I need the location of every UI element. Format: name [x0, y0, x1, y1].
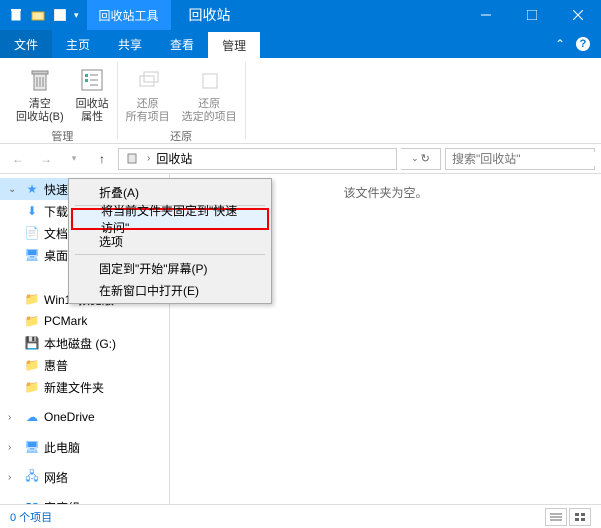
recycle-bin-icon [8, 7, 24, 23]
expand-icon[interactable]: ⌄ [8, 184, 20, 195]
desktop-icon: 🖥 [24, 247, 40, 263]
window-controls [463, 0, 601, 30]
recycle-bin-small-icon [125, 151, 141, 167]
recent-dropdown[interactable]: ▾ [62, 147, 86, 171]
download-icon: ⬇ [24, 203, 40, 219]
share-tab[interactable]: 共享 [104, 30, 156, 58]
breadcrumb[interactable]: › 回收站 [118, 148, 397, 170]
search-box[interactable]: 🔍 [445, 148, 595, 170]
document-icon: 📄 [24, 225, 40, 241]
address-dropdown[interactable]: ⌄ ↻ [401, 148, 441, 170]
ctx-pin-to-start[interactable]: 固定到"开始"屏幕(P) [71, 257, 269, 279]
restore-all-button: 还原 所有项目 [124, 62, 172, 126]
restore-all-icon [132, 64, 164, 96]
contextual-tab[interactable]: 回收站工具 [87, 0, 171, 30]
tree-new-folder[interactable]: 📁 新建文件夹 [0, 376, 169, 398]
view-tab[interactable]: 查看 [156, 30, 208, 58]
tree-local-disk[interactable]: 💾 本地磁盘 (G:) [0, 332, 169, 354]
tree-this-pc[interactable]: › 🖥 此电脑 [0, 436, 169, 458]
homegroup-icon: 👥 [24, 499, 40, 504]
maximize-button[interactable] [509, 0, 555, 30]
tree-pcmark[interactable]: 📁 PCMark [0, 310, 169, 332]
group-label-manage: 管理 [51, 128, 73, 144]
dropdown-chevron-icon: ⌄ [411, 153, 419, 164]
pc-icon: 🖥 [24, 439, 40, 455]
properties-checklist-icon [76, 64, 108, 96]
window-title: 回收站 [171, 0, 249, 30]
back-button: ← [6, 147, 30, 171]
ctx-pin-to-quick-access[interactable]: 将当前文件夹固定到"快速访问" [71, 208, 269, 230]
ribbon-group-restore: 还原 所有项目 还原 选定的项目 还原 [118, 62, 246, 139]
address-bar: ← → ▾ ↑ › 回收站 ⌄ ↻ 🔍 [0, 144, 601, 174]
tree-label: 桌面 [44, 247, 68, 264]
star-icon: ★ [24, 181, 40, 197]
folder-icon: 📁 [24, 291, 40, 307]
tree-label: 网络 [44, 469, 68, 486]
item-count: 0 个项目 [10, 509, 52, 525]
expand-icon[interactable]: › [8, 472, 20, 483]
folder-icon: 📁 [24, 313, 40, 329]
home-tab[interactable]: 主页 [52, 30, 104, 58]
quick-access-toolbar: ▾ [0, 7, 87, 23]
tree-label: PCMark [44, 314, 87, 328]
tree-label: 本地磁盘 (G:) [44, 335, 116, 352]
ribbon-group-manage: 清空 回收站(B) 回收站 属性 管理 [8, 62, 118, 139]
tree-label: 惠普 [44, 357, 68, 374]
properties-icon[interactable] [52, 7, 68, 23]
expand-icon[interactable]: › [8, 412, 20, 423]
qat-dropdown-icon[interactable]: ▾ [74, 10, 79, 21]
folder-icon: 📁 [24, 379, 40, 395]
empty-recycle-bin-button[interactable]: 清空 回收站(B) [14, 62, 66, 126]
ribbon-tabs: 文件 主页 共享 查看 管理 ⌃ ? [0, 30, 601, 58]
tree-label: 文档 [44, 225, 68, 242]
restore-selected-button: 还原 选定的项目 [180, 62, 239, 126]
tree-label: 家庭组 [44, 499, 80, 505]
ctx-open-new-window[interactable]: 在新窗口中打开(E) [71, 279, 269, 301]
folder-icon: 📁 [24, 357, 40, 373]
recycle-bin-properties-button[interactable]: 回收站 属性 [74, 62, 111, 126]
context-menu: 折叠(A) 将当前文件夹固定到"快速访问" 选项 固定到"开始"屏幕(P) 在新… [68, 178, 272, 304]
up-button[interactable]: ↑ [90, 147, 114, 171]
tree-label: 此电脑 [44, 439, 80, 456]
disk-icon: 💾 [24, 335, 40, 351]
restore-selected-icon [193, 64, 225, 96]
file-tab[interactable]: 文件 [0, 30, 52, 58]
forward-button: → [34, 147, 58, 171]
network-icon: 🖧 [24, 469, 40, 485]
ribbon-expand-icon[interactable]: ⌃ [555, 37, 565, 51]
search-input[interactable] [452, 152, 601, 166]
empty-bin-icon [24, 64, 56, 96]
tree-onedrive[interactable]: › ☁ OneDrive [0, 406, 169, 428]
tree-label: 下载 [44, 203, 68, 220]
tree-homegroup[interactable]: › 👥 家庭组 [0, 496, 169, 504]
close-button[interactable] [555, 0, 601, 30]
ribbon: 清空 回收站(B) 回收站 属性 管理 还原 所有项目 还原 选定的项目 还原 [0, 58, 601, 144]
tree-network[interactable]: › 🖧 网络 [0, 466, 169, 488]
status-bar: 0 个项目 [0, 504, 601, 528]
titlebar: ▾ 回收站工具 回收站 [0, 0, 601, 30]
breadcrumb-location[interactable]: 回收站 [156, 150, 192, 167]
tree-label: 新建文件夹 [44, 379, 104, 396]
breadcrumb-chevron-icon[interactable]: › [147, 153, 150, 164]
ctx-collapse[interactable]: 折叠(A) [71, 181, 269, 203]
refresh-icon[interactable]: ↻ [421, 152, 430, 165]
minimize-button[interactable] [463, 0, 509, 30]
ctx-separator [75, 254, 265, 255]
expand-icon[interactable]: › [8, 442, 20, 453]
group-label-restore: 还原 [170, 128, 192, 144]
view-details-button[interactable] [545, 508, 567, 526]
cloud-icon: ☁ [24, 409, 40, 425]
tree-label: OneDrive [44, 410, 95, 424]
tree-hp[interactable]: 📁 惠普 [0, 354, 169, 376]
view-icons-button[interactable] [569, 508, 591, 526]
expand-icon[interactable]: › [8, 502, 20, 505]
folder-icon[interactable] [30, 7, 46, 23]
manage-tab[interactable]: 管理 [208, 30, 260, 58]
help-icon[interactable]: ? [575, 36, 591, 52]
